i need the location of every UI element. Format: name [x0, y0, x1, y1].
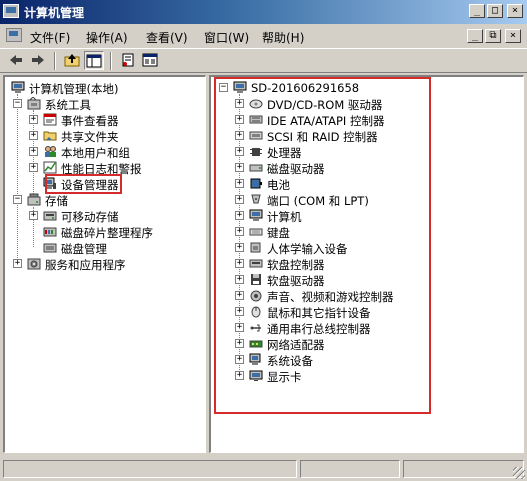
tree-item-label: 共享文件夹: [61, 130, 119, 144]
forward-button[interactable]: [28, 51, 48, 70]
status-cell-secondary: [300, 460, 400, 478]
tree-item-label: 系统工具: [45, 98, 91, 112]
tree-item-label: 磁盘管理: [61, 242, 107, 256]
expand-toggle[interactable]: +: [29, 115, 38, 124]
collapse-toggle[interactable]: −: [13, 99, 22, 108]
window-maximize-button[interactable]: □: [487, 4, 503, 18]
details-pane[interactable]: − SD-201606291658 + DVD/CD-ROM 驱动器 + IDE AT…: [209, 75, 524, 453]
expand-toggle[interactable]: +: [13, 259, 22, 268]
resize-grip[interactable]: [513, 467, 525, 479]
highlight-box-device-manager: [45, 174, 122, 194]
window-titlebar[interactable]: 计算机管理 _ □ ×: [0, 0, 527, 24]
console-tree-icon: [86, 54, 102, 68]
storage-icon: [27, 193, 41, 206]
menu-bar: 文件(F) 操作(A) 查看(V) 窗口(W) 帮助(H) _ ⧉ ×: [0, 25, 527, 47]
status-bar: [0, 457, 527, 481]
toolbar-separator: [54, 52, 56, 70]
tree-item-label: 存储: [45, 194, 68, 208]
event-viewer-icon: [43, 113, 57, 126]
collapse-toggle[interactable]: −: [13, 195, 22, 204]
back-button[interactable]: [6, 51, 26, 70]
child-minimize-button[interactable]: _: [467, 29, 483, 43]
computer-management-icon: [11, 81, 25, 93]
performance-icon: [43, 161, 57, 174]
menu-help[interactable]: 帮助(H): [262, 29, 304, 46]
services-apps-icon: [27, 258, 41, 270]
toolbar-separator: [110, 52, 112, 70]
properties-icon: [122, 53, 134, 67]
shared-folder-icon: [43, 131, 57, 141]
tree-item-label: 计算机管理(本地): [29, 82, 119, 96]
users-icon: [45, 146, 56, 157]
removable-storage-icon: [43, 211, 57, 221]
window-close-button[interactable]: ×: [507, 4, 523, 18]
defrag-icon: [43, 227, 57, 237]
up-one-level-button[interactable]: [62, 51, 82, 70]
menu-action[interactable]: 操作(A): [86, 29, 128, 46]
console-tree-pane[interactable]: 计算机管理(本地) − 系统工具 + 事件查看器 + 共享文件夹 + 本地用户和…: [3, 75, 206, 453]
menu-window[interactable]: 窗口(W): [204, 29, 249, 46]
back-arrow-icon: [10, 55, 22, 65]
help-button[interactable]: [140, 51, 160, 70]
child-close-button[interactable]: ×: [505, 29, 521, 43]
window-title: 计算机管理: [24, 6, 85, 20]
menu-file[interactable]: 文件(F): [30, 29, 70, 46]
expand-toggle[interactable]: +: [29, 163, 38, 172]
menu-view[interactable]: 查看(V): [146, 29, 188, 46]
expand-toggle[interactable]: +: [29, 147, 38, 156]
computer-management-app-icon[interactable]: [3, 4, 19, 18]
forward-arrow-icon: [32, 55, 44, 65]
disk-management-icon: [43, 243, 57, 253]
child-window-icon[interactable]: [6, 28, 22, 42]
tree-item-label: 本地用户和组: [61, 146, 130, 160]
highlight-box-device-list: [214, 77, 431, 414]
tree-line: [17, 94, 18, 266]
show-hide-tree-button[interactable]: [84, 51, 104, 70]
properties-button[interactable]: [118, 51, 138, 70]
expand-toggle[interactable]: +: [29, 131, 38, 140]
tree-item-label: 磁盘碎片整理程序: [61, 226, 153, 240]
child-restore-button[interactable]: ⧉: [485, 29, 501, 43]
status-cell-main: [3, 460, 297, 478]
status-cell-tertiary: [403, 460, 524, 478]
up-folder-icon: [64, 54, 80, 67]
help-icon: [142, 53, 158, 67]
window-minimize-button[interactable]: _: [469, 4, 485, 18]
system-tools-icon: [27, 97, 41, 110]
tree-item-label: 事件查看器: [61, 114, 119, 128]
expand-toggle[interactable]: +: [29, 211, 38, 220]
tree-item-label: 服务和应用程序: [45, 258, 126, 272]
toolbar: [0, 48, 527, 73]
tree-item-label: 可移动存储: [61, 210, 119, 224]
